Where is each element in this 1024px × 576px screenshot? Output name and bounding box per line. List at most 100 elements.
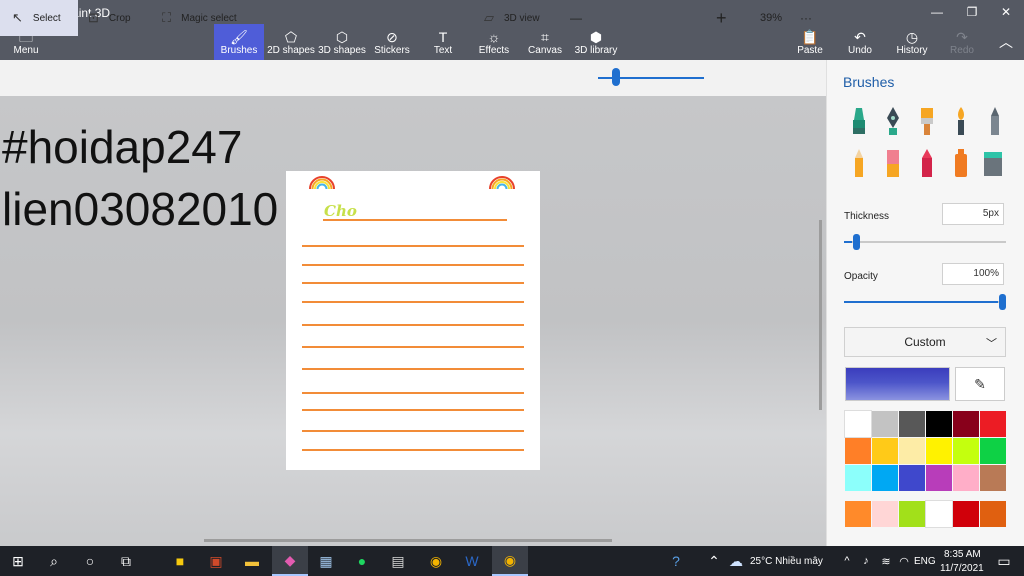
search-icon[interactable]: ⌕	[36, 546, 72, 576]
ruled-line	[302, 430, 524, 432]
notifications-icon[interactable]: ▭	[986, 546, 1022, 576]
custom-color-swatch[interactable]	[845, 501, 871, 527]
rainbow-sticker-left[interactable]	[309, 176, 335, 189]
opacity-input[interactable]: 100%	[942, 263, 1004, 285]
sticky-notes-icon[interactable]: ■	[162, 546, 198, 576]
heading-underline	[323, 219, 507, 221]
tab-stickers[interactable]: ⊘ Stickers	[370, 24, 414, 60]
oil-brush-icon[interactable]	[916, 106, 938, 136]
windows-start-icon[interactable]: ⊞	[0, 546, 36, 576]
palette-swatch[interactable]	[926, 411, 952, 437]
zoom-slider-thumb[interactable]	[612, 68, 620, 86]
powerpoint-icon[interactable]: ▣	[198, 546, 234, 576]
custom-color-swatch[interactable]	[872, 501, 898, 527]
palette-swatch[interactable]	[899, 411, 925, 437]
palette-swatch[interactable]	[899, 438, 925, 464]
select-tool[interactable]: ↖ Select	[0, 0, 78, 36]
thickness-slider-thumb[interactable]	[853, 234, 860, 250]
palette-swatch[interactable]	[926, 465, 952, 491]
3d-view-toggle[interactable]: ▱ 3D view	[484, 0, 554, 36]
volume-icon[interactable]: ♪	[856, 546, 876, 576]
palette-swatch[interactable]	[953, 411, 979, 437]
watercolor-brush-icon[interactable]	[950, 106, 972, 136]
chrome-icon[interactable]: ◉	[418, 546, 454, 576]
magic-select-tool[interactable]: ⛶ Magic select	[162, 0, 252, 36]
horizontal-scrollbar[interactable]	[204, 539, 612, 542]
more-options-button[interactable]: ···	[800, 0, 818, 36]
palette-swatch[interactable]	[872, 465, 898, 491]
redo-button[interactable]: ↷ Redo	[946, 24, 978, 60]
undo-icon: ↶	[854, 28, 866, 45]
calligraphy-pen-icon[interactable]	[882, 106, 904, 136]
palette-swatch[interactable]	[926, 438, 952, 464]
weather-text[interactable]: 25°C Nhiều mây	[750, 556, 823, 567]
clock-time[interactable]: 8:35 AM	[944, 549, 981, 560]
palette-swatch[interactable]	[953, 438, 979, 464]
system-tray-chevron-icon[interactable]: ^	[836, 546, 858, 576]
network-icon[interactable]: ≋	[876, 546, 896, 576]
custom-color-swatch[interactable]	[925, 500, 953, 528]
tab-2d-shapes[interactable]: ⬠ 2D shapes	[266, 24, 316, 60]
undo-label: Undo	[848, 44, 872, 56]
custom-color-swatch[interactable]	[953, 501, 979, 527]
minimize-button[interactable]: —	[920, 0, 954, 24]
tab-label: Canvas	[528, 44, 562, 56]
tab-text[interactable]: T Text	[424, 24, 462, 60]
fill-bucket-icon[interactable]	[982, 148, 1004, 178]
zoom-in-button[interactable]: +	[716, 0, 732, 36]
palette-swatch[interactable]	[980, 438, 1006, 464]
palette-swatch[interactable]	[844, 410, 872, 438]
history-button[interactable]: ◷ History	[894, 24, 930, 60]
tab-label: Effects	[478, 44, 510, 56]
spotify-icon[interactable]: ●	[344, 546, 380, 576]
close-button[interactable]: ✕	[989, 0, 1023, 24]
paint-3d-icon[interactable]: ◆	[272, 546, 308, 576]
palette-swatch[interactable]	[845, 465, 871, 491]
calculator-icon[interactable]: ▦	[308, 546, 344, 576]
word-icon[interactable]: W	[454, 546, 490, 576]
task-view-icon[interactable]: ⧉	[108, 546, 144, 576]
spray-can-icon[interactable]	[950, 148, 972, 178]
color-mode-dropdown[interactable]: Custom ﹀	[844, 327, 1006, 357]
eyedropper-button[interactable]: ✎	[955, 367, 1005, 401]
crayon-icon[interactable]	[916, 148, 938, 178]
vertical-scrollbar[interactable]	[819, 220, 822, 410]
maximize-button[interactable]: ❐	[955, 0, 989, 24]
wifi-icon[interactable]: ◠	[894, 546, 914, 576]
rainbow-sticker-right[interactable]	[489, 176, 515, 189]
language-indicator[interactable]: ENG	[914, 556, 936, 567]
thickness-input[interactable]: 5px	[942, 203, 1004, 225]
current-color-swatch[interactable]	[845, 367, 950, 401]
custom-color-swatch[interactable]	[899, 501, 925, 527]
magic-select-icon: ⛶	[162, 10, 172, 25]
palette-swatch[interactable]	[980, 411, 1006, 437]
custom-color-swatch[interactable]	[980, 501, 1006, 527]
chrome-icon-active[interactable]: ◉	[492, 546, 528, 576]
thickness-slider-track[interactable]	[844, 241, 1006, 243]
app-icon[interactable]: ▤	[380, 546, 416, 576]
tab-3d-shapes[interactable]: ⬡ 3D shapes	[318, 24, 366, 60]
cursor-icon: ↖	[12, 10, 23, 25]
cortana-icon[interactable]: ○	[72, 546, 108, 576]
file-explorer-icon[interactable]: ▬	[234, 546, 270, 576]
help-icon[interactable]: ?	[658, 546, 694, 576]
zoom-out-button[interactable]: —	[570, 0, 584, 36]
palette-swatch[interactable]	[872, 438, 898, 464]
thickness-label: Thickness	[844, 211, 890, 222]
eraser-icon[interactable]	[882, 148, 904, 178]
clock-date[interactable]: 11/7/2021	[940, 563, 984, 574]
history-label: History	[896, 44, 928, 56]
undo-button[interactable]: ↶ Undo	[844, 24, 876, 60]
opacity-slider-thumb[interactable]	[999, 294, 1006, 310]
palette-swatch[interactable]	[872, 411, 898, 437]
palette-swatch[interactable]	[899, 465, 925, 491]
palette-swatch[interactable]	[845, 438, 871, 464]
zoom-percent[interactable]: 39%	[760, 0, 786, 36]
palette-swatch[interactable]	[953, 465, 979, 491]
collapse-ribbon-button[interactable]: ︿	[994, 24, 1018, 60]
pixel-pen-icon[interactable]	[984, 106, 1006, 136]
palette-swatch[interactable]	[980, 465, 1006, 491]
crop-tool[interactable]: ⊡ Crop	[88, 0, 148, 36]
pencil-icon[interactable]	[848, 148, 870, 178]
marker-brush-icon[interactable]	[848, 106, 870, 136]
